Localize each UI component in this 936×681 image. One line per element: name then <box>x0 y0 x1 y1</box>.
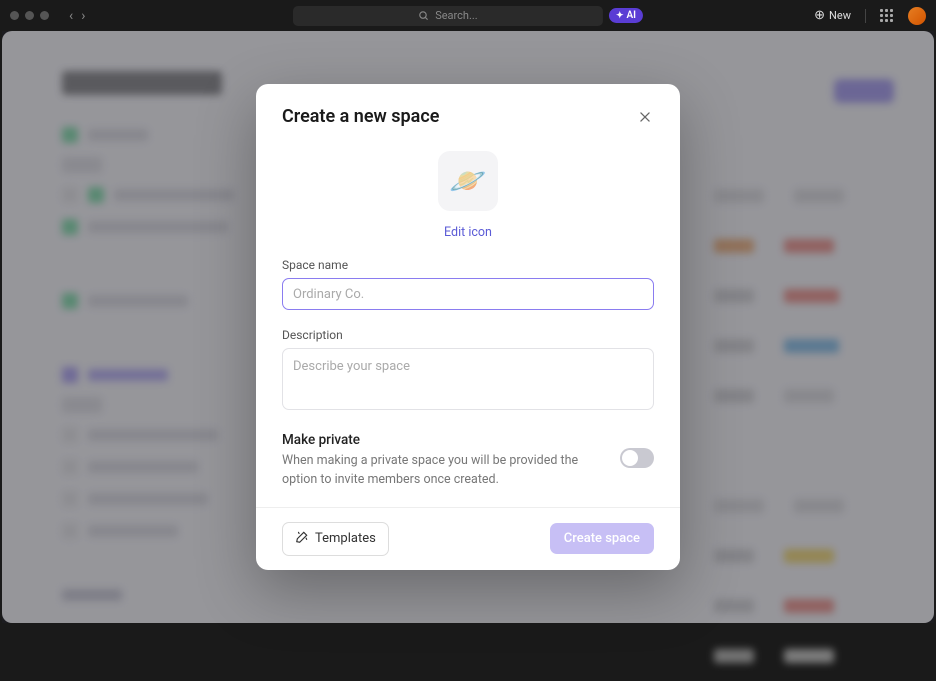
main-area: Create a new space 🪐 Edit icon Space nam… <box>2 31 934 623</box>
templates-button[interactable]: Templates <box>282 522 389 556</box>
traffic-light-dot[interactable] <box>10 11 19 20</box>
new-button[interactable]: New <box>814 8 851 23</box>
avatar[interactable] <box>908 7 926 25</box>
create-space-button[interactable]: Create space <box>550 523 654 554</box>
divider <box>865 9 866 23</box>
traffic-light-dot[interactable] <box>25 11 34 20</box>
space-icon-preview[interactable]: 🪐 <box>438 151 498 211</box>
make-private-description: When making a private space you will be … <box>282 452 600 488</box>
templates-label: Templates <box>315 531 376 546</box>
ai-badge[interactable]: AI <box>609 8 643 23</box>
edit-icon-link[interactable]: Edit icon <box>444 225 492 240</box>
topbar: ‹ › Search... AI New <box>0 0 936 31</box>
modal-title: Create a new space <box>282 106 439 127</box>
search-input[interactable]: Search... <box>293 6 603 26</box>
search-placeholder: Search... <box>435 9 478 22</box>
nav-back-icon[interactable]: ‹ <box>69 8 73 24</box>
traffic-light-dot[interactable] <box>40 11 49 20</box>
wand-icon <box>295 530 309 548</box>
nav-arrows: ‹ › <box>69 8 85 24</box>
apps-grid-icon[interactable] <box>880 9 894 23</box>
description-label: Description <box>282 328 654 342</box>
make-private-toggle[interactable] <box>620 448 654 468</box>
window-controls <box>10 11 49 20</box>
space-name-input[interactable] <box>282 278 654 310</box>
create-space-modal: Create a new space 🪐 Edit icon Space nam… <box>256 84 680 569</box>
modal-overlay: Create a new space 🪐 Edit icon Space nam… <box>2 31 934 623</box>
toggle-knob <box>622 450 638 466</box>
space-name-label: Space name <box>282 258 654 272</box>
planet-icon: 🪐 <box>449 164 486 199</box>
search-icon <box>418 10 429 21</box>
description-input[interactable] <box>282 348 654 410</box>
nav-forward-icon[interactable]: › <box>81 8 85 24</box>
make-private-title: Make private <box>282 432 600 448</box>
close-icon[interactable] <box>636 108 654 126</box>
